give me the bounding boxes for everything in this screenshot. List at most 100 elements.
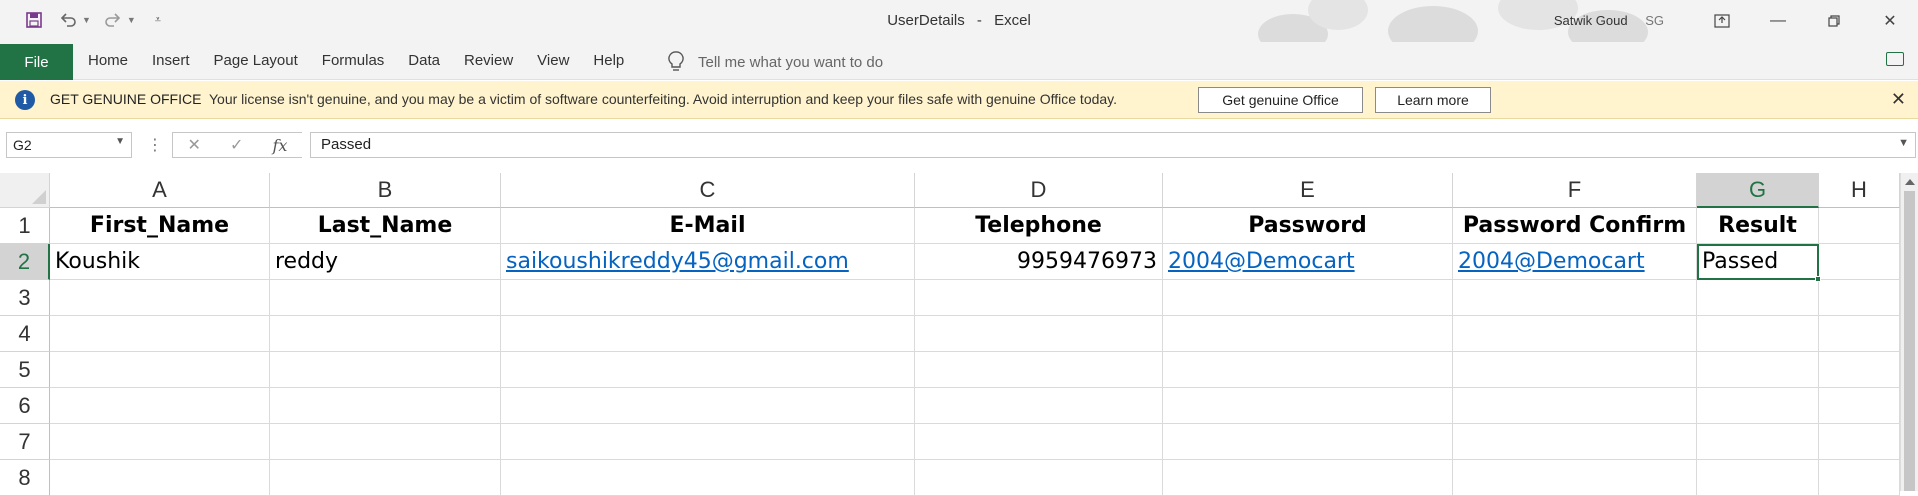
cell-h3[interactable] [1819, 280, 1900, 316]
restore-icon[interactable] [1806, 0, 1862, 42]
tab-home[interactable]: Home [88, 52, 128, 69]
tab-data[interactable]: Data [408, 52, 440, 69]
comments-icon[interactable] [1886, 52, 1904, 66]
cell-b4[interactable] [270, 316, 501, 352]
chevron-down-icon[interactable]: ▼ [115, 136, 125, 147]
cell-e7[interactable] [1163, 424, 1453, 460]
cell-f7[interactable] [1453, 424, 1697, 460]
column-header-e[interactable]: E [1163, 173, 1453, 208]
cell-a6[interactable] [50, 388, 270, 424]
cell-e6[interactable] [1163, 388, 1453, 424]
tab-review[interactable]: Review [464, 52, 513, 69]
tab-file[interactable]: File [0, 44, 73, 80]
cell-b5[interactable] [270, 352, 501, 388]
cell-d7[interactable] [915, 424, 1163, 460]
cell-a3[interactable] [50, 280, 270, 316]
cell-e2-link[interactable]: 2004@Democart [1163, 244, 1453, 280]
cell-g1[interactable]: Result [1697, 208, 1819, 244]
cell-h6[interactable] [1819, 388, 1900, 424]
get-genuine-office-button[interactable]: Get genuine Office [1198, 87, 1363, 113]
tell-me-search[interactable]: Tell me what you want to do [668, 51, 883, 73]
cell-d2[interactable]: 9959476973 [915, 244, 1163, 280]
cell-h4[interactable] [1819, 316, 1900, 352]
insert-function-icon[interactable]: fx [273, 136, 288, 155]
account-info[interactable]: Satwik Goud SG [1554, 13, 1664, 28]
minimize-icon[interactable]: — [1750, 0, 1806, 42]
cell-f3[interactable] [1453, 280, 1697, 316]
cell-g3[interactable] [1697, 280, 1819, 316]
tab-page-layout[interactable]: Page Layout [214, 52, 298, 69]
column-header-d[interactable]: D [915, 173, 1163, 208]
cancel-icon[interactable]: ✕ [188, 135, 201, 155]
enter-icon[interactable]: ✓ [230, 135, 243, 155]
row-header-1[interactable]: 1 [0, 208, 50, 244]
more-options-icon[interactable]: ⋮ [147, 135, 163, 155]
select-all-button[interactable] [0, 173, 50, 208]
cell-e4[interactable] [1163, 316, 1453, 352]
ribbon-display-options-icon[interactable] [1694, 0, 1750, 42]
fill-handle[interactable] [1815, 276, 1821, 282]
cell-h7[interactable] [1819, 424, 1900, 460]
column-header-a[interactable]: A [50, 173, 270, 208]
cell-g2-active[interactable]: Passed [1697, 244, 1819, 280]
cell-d3[interactable] [915, 280, 1163, 316]
cell-c5[interactable] [501, 352, 915, 388]
column-header-g[interactable]: G [1697, 173, 1819, 208]
cell-g5[interactable] [1697, 352, 1819, 388]
cell-h5[interactable] [1819, 352, 1900, 388]
cell-f2-link[interactable]: 2004@Democart [1453, 244, 1697, 280]
cell-b7[interactable] [270, 424, 501, 460]
row-header-5[interactable]: 5 [0, 352, 50, 388]
row-header-4[interactable]: 4 [0, 316, 50, 352]
expand-formula-bar-icon[interactable]: ▼ [1898, 137, 1909, 149]
cell-c3[interactable] [501, 280, 915, 316]
cell-a7[interactable] [50, 424, 270, 460]
close-window-icon[interactable]: ✕ [1862, 0, 1918, 42]
cell-b1[interactable]: Last_Name [270, 208, 501, 244]
cell-c1[interactable]: E-Mail [501, 208, 915, 244]
column-header-b[interactable]: B [270, 173, 501, 208]
cell-d5[interactable] [915, 352, 1163, 388]
cell-c7[interactable] [501, 424, 915, 460]
cell-f1[interactable]: Password Confirm [1453, 208, 1697, 244]
row-header-3[interactable]: 3 [0, 280, 50, 316]
row-header-7[interactable]: 7 [0, 424, 50, 460]
cell-e1[interactable]: Password [1163, 208, 1453, 244]
tab-insert[interactable]: Insert [152, 52, 190, 69]
cell-g4[interactable] [1697, 316, 1819, 352]
cell-g6[interactable] [1697, 388, 1819, 424]
cell-c6[interactable] [501, 388, 915, 424]
cell-d4[interactable] [915, 316, 1163, 352]
scrollbar-thumb[interactable] [1904, 191, 1915, 491]
scroll-up-icon[interactable] [1905, 179, 1915, 185]
cell-b2[interactable]: reddy [270, 244, 501, 280]
cell-a5[interactable] [50, 352, 270, 388]
cell-f6[interactable] [1453, 388, 1697, 424]
cell-d6[interactable] [915, 388, 1163, 424]
tab-help[interactable]: Help [593, 52, 624, 69]
cell-f4[interactable] [1453, 316, 1697, 352]
learn-more-button[interactable]: Learn more [1375, 87, 1491, 113]
cell-h1[interactable] [1819, 208, 1900, 244]
column-header-f[interactable]: F [1453, 173, 1697, 208]
tab-formulas[interactable]: Formulas [322, 52, 385, 69]
cell-a1[interactable]: First_Name [50, 208, 270, 244]
column-header-c[interactable]: C [501, 173, 915, 208]
cell-d1[interactable]: Telephone [915, 208, 1163, 244]
cell-e3[interactable] [1163, 280, 1453, 316]
vertical-scrollbar[interactable] [1900, 173, 1918, 491]
close-icon[interactable]: ✕ [1891, 89, 1906, 110]
cell-b6[interactable] [270, 388, 501, 424]
cell-b3[interactable] [270, 280, 501, 316]
cell-a2[interactable]: Koushik [50, 244, 270, 280]
cell-c4[interactable] [501, 316, 915, 352]
cell-e5[interactable] [1163, 352, 1453, 388]
name-box[interactable]: G2 ▼ [6, 132, 132, 158]
row-header-2[interactable]: 2 [0, 244, 50, 280]
formula-input[interactable]: Passed ▼ [310, 132, 1916, 158]
cell-a4[interactable] [50, 316, 270, 352]
cell-g7[interactable] [1697, 424, 1819, 460]
cell-f5[interactable] [1453, 352, 1697, 388]
cell-c2-email-link[interactable]: saikoushikreddy45@gmail.com [501, 244, 915, 280]
row-header-6[interactable]: 6 [0, 388, 50, 424]
